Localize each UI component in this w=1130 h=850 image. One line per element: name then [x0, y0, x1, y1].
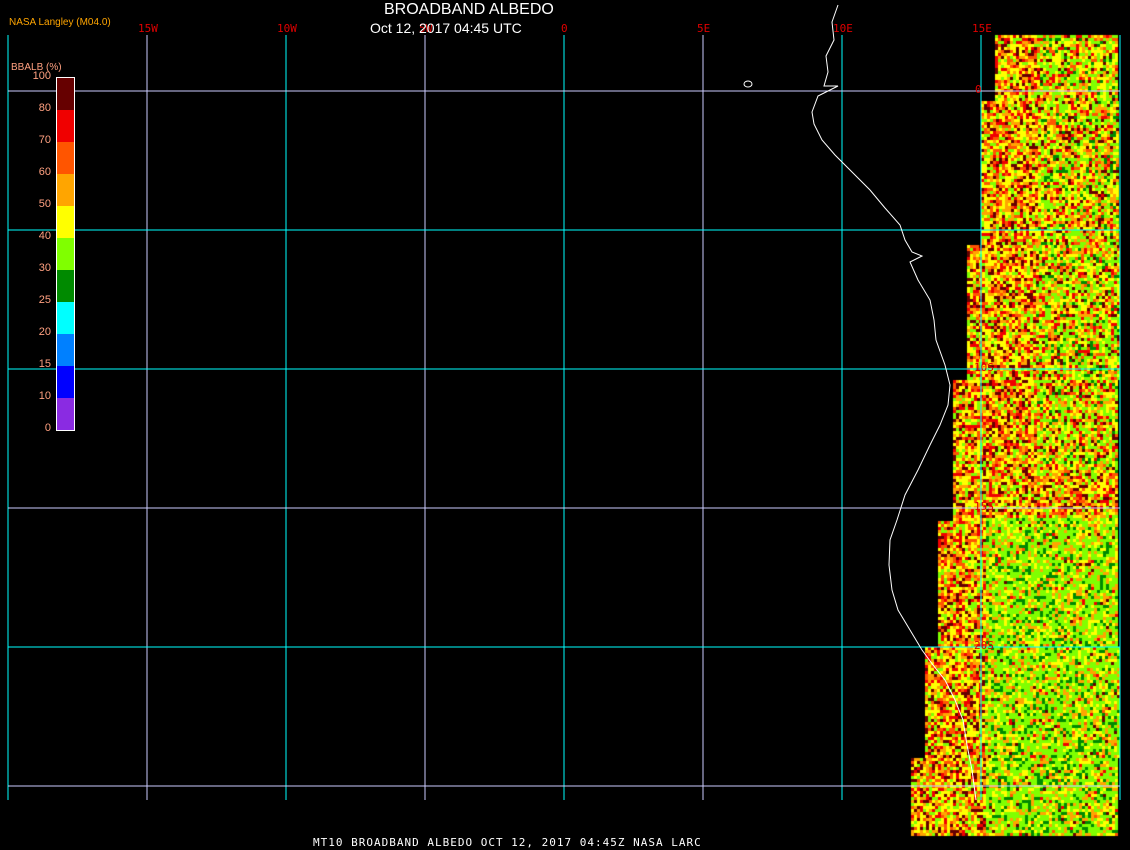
latitude-label: 0: [975, 83, 982, 96]
legend-swatch: [57, 142, 74, 174]
longitude-label: 15E: [972, 22, 992, 35]
island: [743, 80, 753, 88]
legend-tick: 40: [38, 230, 51, 242]
legend-swatch: [57, 270, 74, 302]
legend-tick: 25: [38, 294, 51, 306]
credit-label: NASA Langley (M04.0): [9, 17, 111, 28]
legend-swatch: [57, 78, 74, 110]
map-grid: [7, 4, 1121, 801]
legend-tick: 100: [32, 70, 51, 82]
longitude-label: 15W: [138, 22, 158, 35]
map-title: BROADBAND ALBEDO: [384, 1, 554, 18]
legend-tick: 80: [38, 102, 51, 114]
legend-tick: 20: [38, 326, 51, 338]
legend-tick: 10: [38, 390, 51, 402]
legend-swatch: [57, 334, 74, 366]
longitude-label: 10E: [833, 22, 853, 35]
legend-tick: 50: [38, 198, 51, 210]
coastline: [811, 4, 977, 801]
legend-swatch: [57, 174, 74, 206]
longitude-label: 5E: [697, 22, 711, 35]
footer-caption: MT10 BROADBAND ALBEDO OCT 12, 2017 04:45…: [313, 836, 702, 849]
latitude-label: 15S: [974, 500, 994, 513]
legend-colorbar: [56, 77, 75, 431]
latitude-label: 10S: [974, 361, 994, 374]
legend-tick: 15: [38, 358, 51, 370]
latitude-label: 20S: [974, 639, 994, 652]
legend-swatch: [57, 302, 74, 334]
legend-tick: 60: [38, 166, 51, 178]
map-datetime: Oct 12, 2017 04:45 UTC: [370, 20, 522, 36]
legend-swatch: [57, 366, 74, 398]
legend-swatch: [57, 206, 74, 238]
longitude-label: 10W: [277, 22, 297, 35]
legend-tick: 30: [38, 262, 51, 274]
legend-tick: 70: [38, 134, 51, 146]
legend-swatch: [57, 398, 74, 430]
legend-tick: 0: [44, 422, 51, 434]
longitude-label: 0: [561, 22, 568, 35]
legend-swatch: [57, 238, 74, 270]
legend-swatch: [57, 110, 74, 142]
